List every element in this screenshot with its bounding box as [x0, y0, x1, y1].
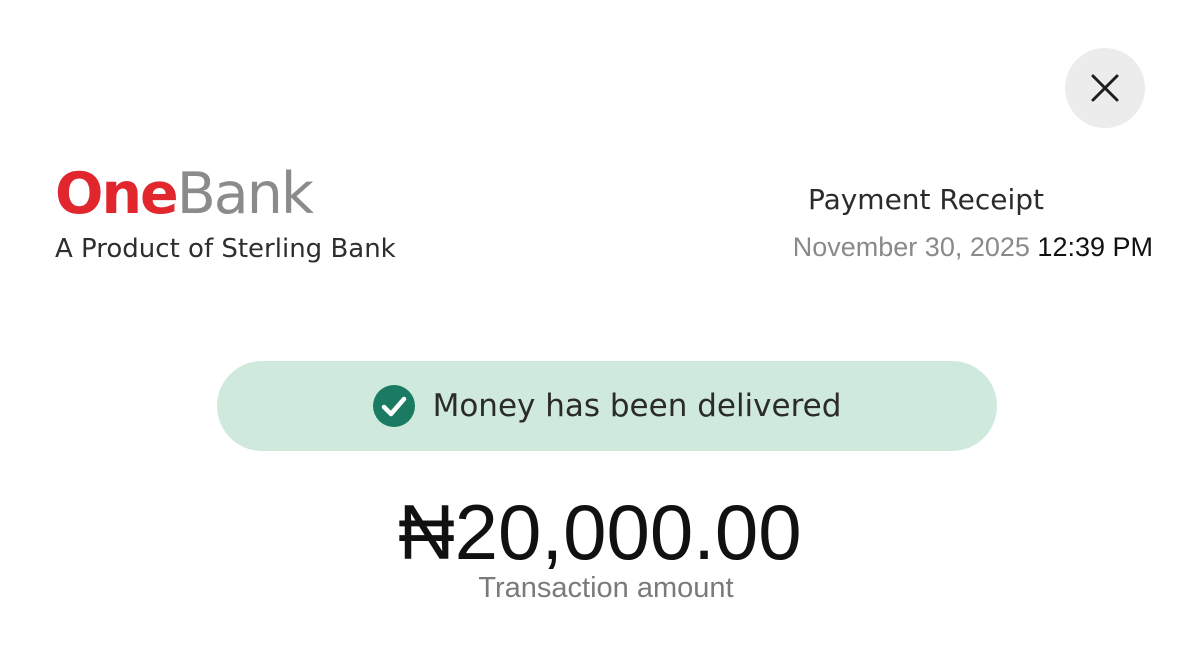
receipt-datetime: November 30, 2025 12:39 PM [793, 232, 1153, 263]
logo-bank: Bank [176, 161, 314, 227]
check-circle-icon [372, 385, 415, 427]
onebank-logo: OneBank [55, 160, 396, 228]
transaction-amount: ₦20,000.00 [398, 488, 802, 576]
receipt-title: Payment Receipt [807, 183, 1044, 216]
transaction-amount-label: Transaction amount [478, 572, 734, 604]
receipt-date: November 30, 2025 [792, 232, 1030, 262]
logo-one: One [55, 161, 179, 227]
close-icon [1091, 74, 1119, 102]
receipt-time: 12:39 PM [1037, 232, 1153, 262]
status-banner: Money has been delivered [217, 361, 997, 451]
close-button[interactable] [1065, 48, 1145, 128]
brand-tagline: A Product of Sterling Bank [55, 234, 396, 264]
brand-block: OneBank A Product of Sterling Bank [55, 160, 396, 264]
status-text: Money has been delivered [432, 388, 842, 424]
